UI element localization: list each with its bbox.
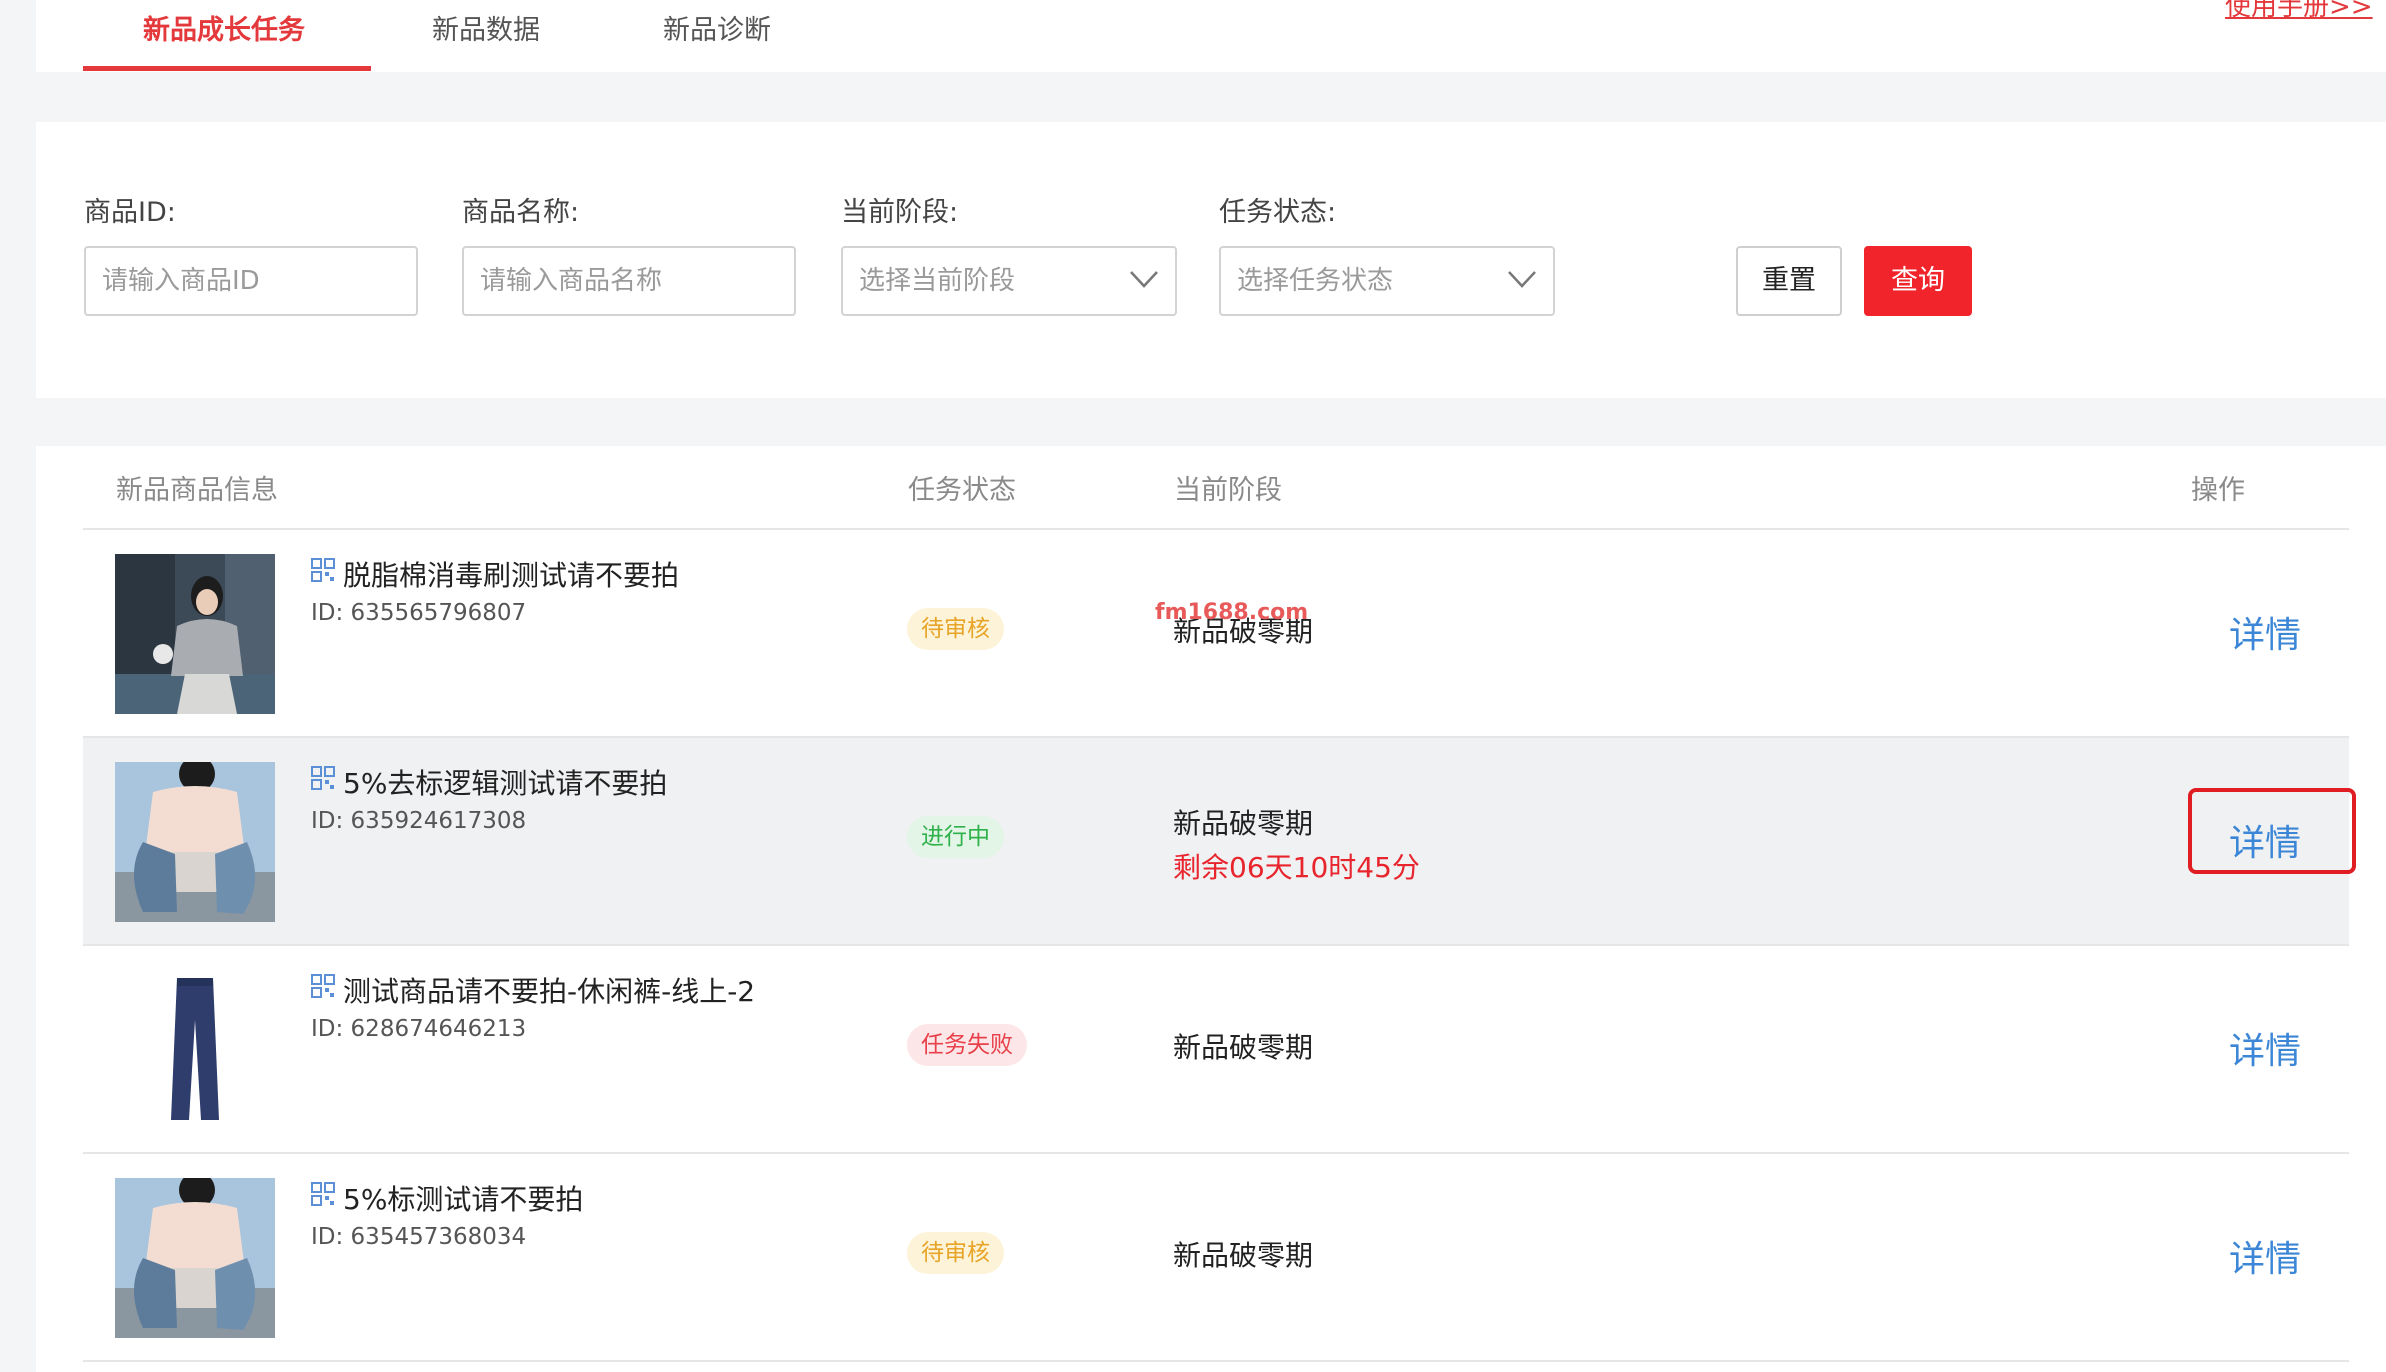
qr-code-icon[interactable]: [311, 558, 335, 582]
table-row: 5%标测试请不要拍 ID: 635457368034 待审核 新品破零期 详情: [83, 1154, 2349, 1362]
detail-link[interactable]: 详情: [2229, 1022, 2301, 1074]
product-thumbnail: [115, 970, 275, 1130]
current-stage: 新品破零期: [1173, 807, 1314, 840]
product-name: 脱脂棉消毒刷测试请不要拍: [343, 559, 680, 592]
current-stage: 新品破零期: [1173, 1031, 1314, 1064]
status-badge: 待审核: [907, 608, 1004, 650]
status-label: 任务状态:: [1219, 197, 1337, 228]
tab-bar: 新品成长任务 新品数据 新品诊断: [36, 0, 2386, 72]
product-name: 5%去标逻辑测试请不要拍: [343, 767, 668, 800]
query-button[interactable]: 查询: [1864, 246, 1972, 316]
product-id-label: 商品ID:: [84, 197, 176, 228]
product-name-input[interactable]: [462, 246, 796, 316]
product-name-label: 商品名称:: [462, 197, 580, 228]
stage-select-placeholder: 选择当前阶段: [859, 266, 1016, 296]
qr-code-icon[interactable]: [311, 766, 335, 790]
chevron-down-icon: [1130, 271, 1158, 288]
product-id: ID: 635565796807: [311, 600, 527, 626]
remaining-time: 剩余06天10时45分: [1173, 851, 1420, 884]
header-action: 操作: [2191, 475, 2245, 506]
status-badge: 任务失败: [907, 1024, 1027, 1066]
stage-select[interactable]: 选择当前阶段: [841, 246, 1177, 316]
header-current-stage: 当前阶段: [1174, 475, 1282, 506]
header-product-info: 新品商品信息: [116, 475, 278, 506]
table-row: 5%去标逻辑测试请不要拍 ID: 635924617308 进行中 新品破零期 …: [83, 738, 2356, 946]
active-tab-underline: [83, 66, 371, 71]
product-id-input[interactable]: [84, 246, 418, 316]
product-id: ID: 635457368034: [311, 1224, 527, 1250]
product-thumbnail: [115, 1178, 275, 1338]
user-manual-link[interactable]: 使用手册>>: [2225, 0, 2373, 23]
product-name: 5%标测试请不要拍: [343, 1183, 584, 1216]
filter-panel: 商品ID: 商品名称: 当前阶段: 选择当前阶段 任务状态: 选择任务状态 重置…: [36, 122, 2386, 398]
status-badge: 待审核: [907, 1232, 1004, 1274]
product-id: ID: 635924617308: [311, 808, 527, 834]
status-badge: 进行中: [907, 816, 1004, 858]
table-row: 测试商品请不要拍-休闲裤-线上-2 ID: 628674646213 任务失败 …: [83, 946, 2349, 1154]
status-select[interactable]: 选择任务状态: [1219, 246, 1555, 316]
watermark-text: fm1688.com: [1155, 600, 1309, 625]
tab-growth-tasks[interactable]: 新品成长任务: [143, 0, 305, 72]
table-row: 脱脂棉消毒刷测试请不要拍 ID: 635565796807 待审核 新品破零期 …: [83, 530, 2349, 738]
qr-code-icon[interactable]: [311, 1182, 335, 1206]
product-thumbnail: [115, 554, 275, 714]
stage-label: 当前阶段:: [841, 197, 959, 228]
chevron-down-icon: [1508, 271, 1536, 288]
current-stage: 新品破零期: [1173, 1239, 1314, 1272]
header-task-status: 任务状态: [908, 475, 1016, 506]
product-thumbnail: [115, 762, 275, 922]
tab-new-product-data[interactable]: 新品数据: [432, 0, 540, 72]
status-select-placeholder: 选择任务状态: [1237, 266, 1394, 296]
task-table: 新品商品信息 任务状态 当前阶段 操作 脱脂棉消毒刷测试请不要拍 ID: 635…: [36, 446, 2386, 1372]
detail-link[interactable]: 详情: [2229, 606, 2301, 658]
detail-link[interactable]: 详情: [2229, 1230, 2301, 1282]
detail-link[interactable]: 详情: [2229, 814, 2301, 866]
product-name: 测试商品请不要拍-休闲裤-线上-2: [343, 975, 756, 1008]
tab-new-product-diagnosis[interactable]: 新品诊断: [663, 0, 771, 72]
reset-button[interactable]: 重置: [1736, 246, 1842, 316]
product-id: ID: 628674646213: [311, 1016, 527, 1042]
qr-code-icon[interactable]: [311, 974, 335, 998]
